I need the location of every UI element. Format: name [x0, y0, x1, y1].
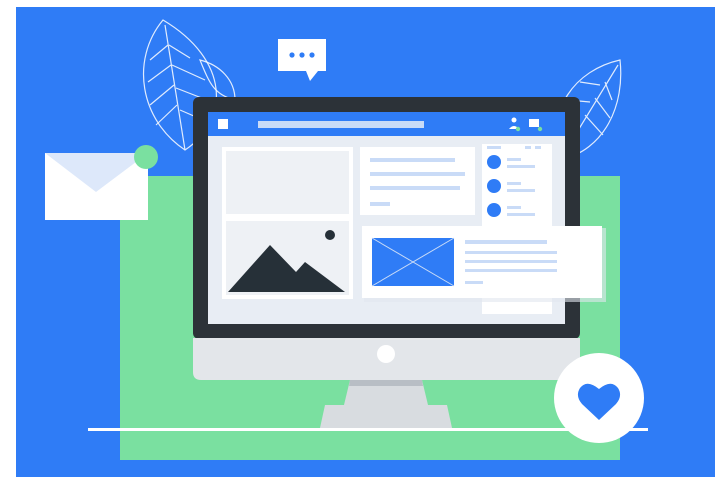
illustration-scene — [0, 0, 715, 477]
contact-list-header — [525, 146, 531, 149]
popup-text-line — [465, 251, 557, 254]
text-line — [370, 172, 465, 176]
popup-text-line — [465, 281, 483, 284]
popup-text-line — [465, 269, 557, 272]
illustration-svg — [0, 0, 715, 477]
window-logo — [218, 119, 228, 129]
envelope-icon — [45, 145, 158, 220]
address-bar[interactable] — [258, 121, 424, 128]
image-placeholder-icon-popup — [371, 237, 455, 287]
text-line — [370, 186, 460, 190]
ground-line — [88, 428, 648, 431]
image-placeholder-top — [226, 151, 349, 214]
popup-text-line — [465, 260, 557, 263]
monitor-stand-shadow — [349, 380, 423, 386]
text-line — [370, 202, 390, 206]
monitor-power-button — [377, 345, 395, 363]
popup-text-line — [465, 240, 547, 244]
text-line — [370, 158, 455, 162]
contact-list-header — [487, 146, 501, 149]
heart-icon[interactable] — [554, 353, 644, 443]
monitor-stand-base — [320, 405, 452, 428]
sun-dot — [325, 230, 335, 240]
contact-list-header — [535, 146, 541, 149]
